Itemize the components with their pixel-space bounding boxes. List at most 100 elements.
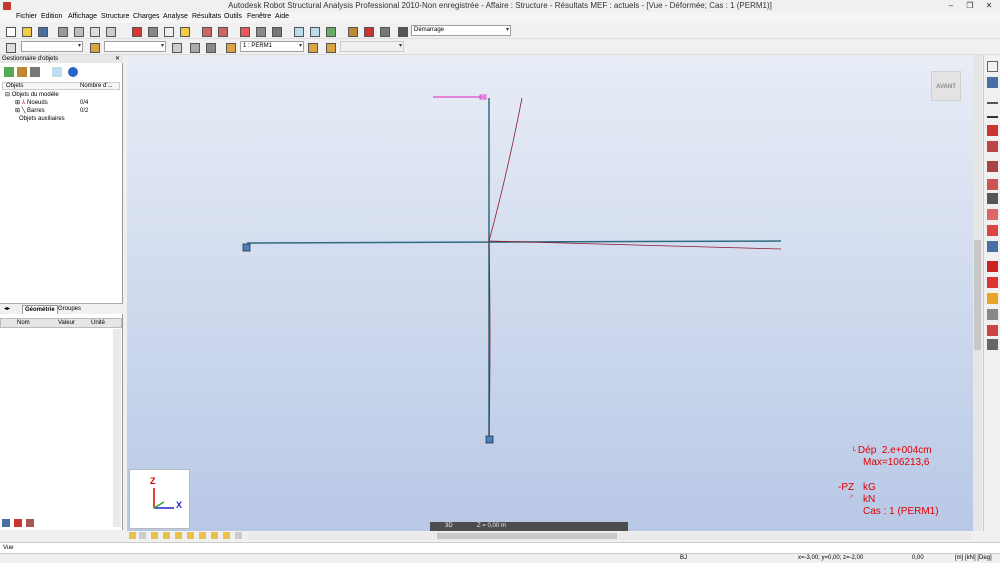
meshing-icon[interactable] [987,325,998,336]
menu-outils[interactable]: Outils [224,13,242,20]
lock-icon[interactable] [270,25,282,37]
horizontal-scrollbar-thumb[interactable] [437,533,617,539]
new-file-icon[interactable] [4,25,16,37]
table-icon[interactable] [238,25,250,37]
structure-viewport[interactable]: AVANT Z X └ Dép 2.e+004cm Max=106213,6 -… [127,55,973,531]
offsets-icon[interactable] [987,209,998,220]
node-numbers-icon[interactable] [151,532,158,539]
view-cube[interactable]: AVANT [931,71,961,101]
units-icon[interactable] [987,77,998,88]
screen-capture-icon[interactable] [104,25,116,37]
select-icon[interactable] [17,67,27,77]
search-icon[interactable] [52,67,62,77]
mode-3d-label[interactable]: 3D [445,522,453,531]
preview-icon[interactable] [88,25,100,37]
panel-close-icon[interactable]: ✕ [115,55,120,63]
layout-select[interactable]: Démarrage ▾ [411,25,511,36]
tab-groupes[interactable]: Groupes [56,305,83,314]
tree-item-bars[interactable]: ⊞ ╲ Barres [15,107,45,115]
viewport-vertical-scrollbar[interactable] [973,55,982,531]
cladding-icon[interactable] [987,261,998,272]
menu-structure[interactable]: Structure [101,13,129,20]
menu-analyse[interactable]: Analyse [163,13,188,20]
printer-icon[interactable] [204,41,216,53]
offsets-display-icon[interactable] [223,532,230,539]
collapse-icon[interactable]: ⊟ [5,92,12,98]
tab-geometrie[interactable]: Géométrie [22,305,58,314]
undo-icon[interactable] [200,25,212,37]
calculator-icon[interactable] [254,25,266,37]
paste-icon[interactable] [178,25,190,37]
save-icon[interactable] [36,25,48,37]
supports-icon[interactable] [987,161,998,172]
solids-icon[interactable] [987,293,998,304]
expand-icon[interactable]: ⊞ [15,108,22,114]
objects-icon[interactable] [987,309,998,320]
help-icon[interactable] [68,67,78,77]
tree-item-model-objects[interactable]: ⊟ Objets du modèle [5,91,59,99]
releases-icon[interactable] [987,193,998,204]
material-icon[interactable] [987,141,998,152]
section-icon[interactable] [987,125,998,136]
menu-fenetre[interactable]: Fenêtre [247,13,271,20]
command-line[interactable]: Vue [0,542,1000,553]
menu-resultats[interactable]: Résultats [192,13,221,20]
structure-drawing[interactable] [127,55,973,531]
load-case-select[interactable]: 1 : PERM1 ▾ [240,41,304,52]
properties-icon[interactable] [2,519,10,527]
menu-fichier[interactable]: Fichier [16,13,37,20]
print-icon[interactable] [56,25,68,37]
cut-icon[interactable] [146,25,158,37]
minimize-button[interactable]: – [942,0,960,12]
sections-display-icon[interactable] [175,532,182,539]
redo-icon[interactable] [216,25,228,37]
properties-scrollbar[interactable] [113,329,121,527]
supports-display-icon[interactable] [187,532,194,539]
view-orientation-icon[interactable] [987,61,998,72]
menu-edition[interactable]: Edition [41,13,62,20]
releases-display-icon[interactable] [211,532,218,539]
layers-icon[interactable] [26,519,34,527]
open-file-icon[interactable] [20,25,32,37]
tree-item-nodes[interactable]: ⊞ ⅄ Noeuds [15,99,48,107]
viewport-horizontal-scrollbar[interactable] [247,532,971,540]
grid-icon[interactable] [139,532,146,539]
hide-icon[interactable] [30,67,40,77]
loads-icon[interactable] [987,179,998,190]
close-button[interactable]: ✕ [980,0,998,12]
expand-icon[interactable]: ⊞ [15,100,22,106]
panels-icon[interactable] [987,277,998,288]
status-units[interactable]: [m] [kN] [Deg] [955,555,992,561]
calculations-icon[interactable] [346,25,358,37]
menu-aide[interactable]: Aide [275,13,289,20]
support-bottom[interactable] [485,435,494,444]
reset-display-icon[interactable] [235,532,242,539]
display-attr-icon[interactable] [129,532,136,539]
bar-selection-icon[interactable] [88,41,100,53]
pan-icon[interactable] [324,25,336,37]
save-view-icon[interactable] [188,41,200,53]
tab-scroll-arrows[interactable]: ◂▸ [2,305,12,314]
restore-button[interactable]: ❐ [961,0,979,12]
zoom-icon[interactable] [292,25,304,37]
bar-selection-input[interactable]: ▾ [104,41,166,52]
load-combinations-icon[interactable] [987,339,998,350]
object-inspector-icon[interactable] [14,519,22,527]
support-left[interactable] [242,243,251,252]
elastic-ground-icon[interactable] [987,225,998,236]
mode-select[interactable]: ▾ [340,41,404,52]
layout-icon[interactable] [396,25,408,37]
loads-display-icon[interactable] [199,532,206,539]
print-preview-icon[interactable] [72,25,84,37]
node-selection-icon[interactable] [4,41,16,53]
filter-icon[interactable] [4,67,14,77]
nodes-tool-icon[interactable] [987,93,998,104]
delete-icon[interactable] [130,25,142,37]
menu-charges[interactable]: Charges [133,13,159,20]
next-case-icon[interactable] [324,41,336,53]
display-icon[interactable] [170,41,182,53]
tools-icon[interactable] [378,25,390,37]
case-icon[interactable] [224,41,236,53]
copy-icon[interactable] [162,25,174,37]
zoom-window-icon[interactable] [308,25,320,37]
